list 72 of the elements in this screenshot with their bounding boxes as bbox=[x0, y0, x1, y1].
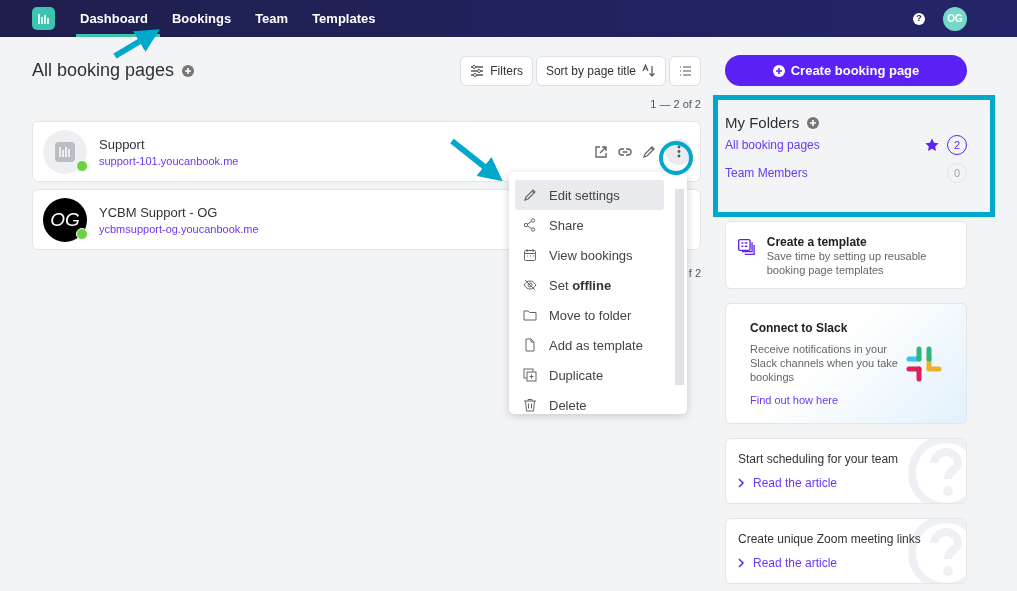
slack-logo-icon bbox=[906, 345, 942, 382]
plus-circle-icon bbox=[772, 64, 785, 77]
folder-link[interactable]: All booking pages bbox=[725, 138, 820, 152]
page-title: All booking pages bbox=[32, 60, 175, 81]
create-booking-page-button[interactable]: Create booking page bbox=[725, 55, 967, 86]
booking-page-card[interactable]: Support support-101.youcanbook.me bbox=[32, 121, 701, 182]
scrollbar-thumb[interactable] bbox=[675, 189, 684, 385]
menu-item[interactable]: Set offline bbox=[515, 270, 664, 300]
menu-item-icon bbox=[523, 308, 537, 322]
list-view-button[interactable] bbox=[669, 55, 701, 86]
vertical-dots-icon bbox=[677, 145, 681, 158]
nav-tab[interactable]: Dashboard bbox=[76, 0, 160, 37]
highlight-circle bbox=[659, 141, 693, 175]
menu-item-icon bbox=[523, 398, 537, 412]
page-name: YCBM Support - OG bbox=[99, 204, 219, 220]
menu-item-label: Move to folder bbox=[549, 307, 632, 323]
chevron-right-icon bbox=[738, 478, 744, 488]
page-url[interactable]: support-101.youcanbook.me bbox=[99, 154, 239, 167]
nav-tab[interactable]: Templates bbox=[300, 0, 388, 37]
nav-tab[interactable]: Team bbox=[243, 0, 301, 37]
menu-item[interactable]: Share bbox=[515, 210, 664, 240]
menu-item[interactable]: Move to folder bbox=[515, 300, 664, 330]
menu-item[interactable]: Edit settings bbox=[515, 180, 664, 210]
article-title: Create unique Zoom meeting links bbox=[738, 532, 922, 546]
card-text: Receive notifications in your Slack channels when you take bookings bbox=[750, 342, 898, 384]
menu-item[interactable]: Duplicate bbox=[515, 360, 664, 390]
folders-title: My Folders bbox=[725, 114, 800, 131]
article-link[interactable]: Read the article bbox=[753, 476, 838, 490]
card-text: Save time by setting up reusable booking page templates bbox=[766, 249, 928, 277]
template-card[interactable]: Create a template Save time by setting up reusable booking page templates bbox=[725, 221, 967, 289]
sort-button[interactable]: Sort by page title bbox=[535, 55, 666, 86]
menu-item-label: Edit settings bbox=[549, 187, 620, 203]
pencil-icon bbox=[642, 144, 656, 159]
menu-item-icon bbox=[523, 368, 537, 382]
menu-item-icon bbox=[523, 278, 537, 292]
help-icon[interactable]: ? bbox=[913, 12, 925, 25]
page-url[interactable]: ycbmsupport-og.youcanbook.me bbox=[99, 222, 259, 235]
menu-item[interactable]: Add as template bbox=[515, 330, 664, 360]
card-title: Create a template bbox=[766, 235, 868, 249]
nav-tab[interactable]: Bookings bbox=[159, 0, 244, 37]
menu-item-label: Duplicate bbox=[549, 367, 604, 383]
menu-item-label: Share bbox=[549, 217, 584, 233]
menu-item-label: Delete bbox=[549, 397, 587, 413]
menu-item-label: View bookings bbox=[549, 247, 633, 263]
article-link[interactable]: Read the article bbox=[753, 556, 838, 570]
menu-item-label: Set offline bbox=[549, 277, 612, 293]
add-icon bbox=[807, 116, 820, 129]
menu-item-label: Add as template bbox=[549, 337, 643, 353]
pagination-text: f 2 bbox=[687, 267, 701, 279]
menu-item-icon bbox=[523, 338, 537, 352]
external-link-icon bbox=[594, 144, 608, 159]
annotation-arrow bbox=[113, 29, 160, 59]
sliders-icon bbox=[470, 64, 485, 77]
folder-link[interactable]: Team Members bbox=[725, 166, 808, 180]
card-title: Connect to Slack bbox=[750, 321, 849, 335]
annotation-arrow bbox=[450, 138, 503, 182]
add-icon bbox=[182, 64, 195, 77]
menu-item-icon bbox=[523, 188, 537, 202]
page-avatar bbox=[43, 129, 87, 174]
page-avatar: OG bbox=[43, 197, 87, 242]
app-logo[interactable] bbox=[32, 7, 55, 30]
sort-icon bbox=[642, 64, 656, 77]
list-icon bbox=[679, 65, 691, 76]
pagination-text: 1 — 2 of 2 bbox=[649, 98, 701, 110]
menu-item-icon bbox=[523, 218, 537, 232]
menu-item[interactable]: Delete bbox=[515, 390, 664, 414]
slack-link[interactable]: Find out how here bbox=[750, 394, 898, 406]
filters-button[interactable]: Filters bbox=[460, 55, 533, 86]
chevron-right-icon bbox=[738, 558, 744, 568]
page-name: Support bbox=[99, 136, 146, 152]
article-title: Start scheduling for your team bbox=[738, 452, 900, 466]
menu-item-icon bbox=[523, 248, 537, 262]
